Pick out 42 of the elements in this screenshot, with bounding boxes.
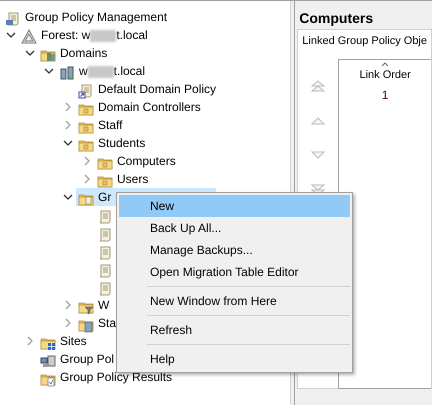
tab[interactable]: Linked Group Policy Obje [298, 30, 431, 52]
move-to-top-icon[interactable] [310, 78, 326, 94]
menu-item[interactable]: Help [119, 348, 350, 370]
menu-item[interactable]: New [119, 195, 350, 217]
menu-item[interactable]: New Window from Here [119, 290, 350, 312]
column-header[interactable]: Link Order [339, 62, 431, 83]
expanded-chevron-icon[interactable] [44, 68, 54, 74]
tree-item[interactable]: Forest: w t.local [39, 27, 150, 43]
collapsed-chevron-icon[interactable] [65, 102, 71, 112]
tree-item[interactable]: Students [96, 135, 148, 151]
tree-item[interactable]: w t.local [77, 63, 148, 79]
expanded-chevron-icon[interactable] [25, 50, 35, 56]
menu-item[interactable]: Refresh [119, 319, 350, 341]
expanded-chevron-icon[interactable] [63, 140, 73, 146]
tree-item[interactable]: Domain Controllers [96, 99, 203, 115]
tree-item[interactable]: Computers [115, 153, 178, 169]
tree-item[interactable]: Group Policy Results [58, 369, 174, 385]
tree-item[interactable]: Users [115, 171, 150, 187]
menu-item[interactable]: Open Migration Table Editor [119, 261, 350, 283]
menu-item[interactable]: Manage Backups... [119, 239, 350, 261]
tree-item[interactable]: W [96, 297, 112, 313]
collapsed-chevron-icon[interactable] [65, 300, 71, 310]
forest-icon [21, 27, 37, 43]
tree-item[interactable]: Group Pol [58, 351, 116, 367]
collapsed-chevron-icon[interactable] [84, 174, 90, 184]
tree-item[interactable]: Default Domain Policy [96, 81, 218, 97]
expanded-chevron-icon[interactable] [63, 194, 73, 200]
collapsed-chevron-icon[interactable] [84, 156, 90, 166]
menu-item[interactable]: Back Up All... [119, 217, 350, 239]
collapsed-chevron-icon[interactable] [65, 120, 71, 130]
tree-item[interactable]: Staff [96, 117, 124, 133]
tree-item[interactable]: Sites [58, 333, 89, 349]
expanded-chevron-icon[interactable] [6, 32, 16, 38]
tree-item[interactable]: Sta [96, 315, 118, 331]
tree-item[interactable]: Domains [58, 45, 110, 61]
collapsed-chevron-icon[interactable] [27, 336, 33, 346]
tree-item[interactable]: Gr [96, 189, 114, 205]
sort-caret-icon [381, 62, 390, 66]
pane-title: Computers [298, 9, 374, 27]
collapsed-chevron-icon[interactable] [65, 318, 71, 328]
table-cell-text: 1 [380, 87, 390, 104]
tree-item[interactable]: Group Policy Management [23, 9, 170, 25]
